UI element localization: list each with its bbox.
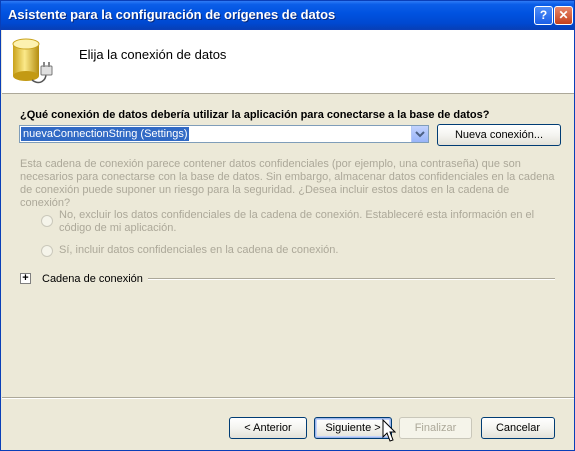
exclude-sensitive-radio[interactable] (41, 215, 53, 227)
previous-button[interactable]: < Anterior (229, 417, 307, 439)
footer-divider (2, 397, 574, 399)
title-bar[interactable]: Asistente para la configuración de oríge… (1, 1, 574, 30)
new-connection-button[interactable]: Nueva conexión... (437, 124, 561, 146)
window-title: Asistente para la configuración de oríge… (8, 7, 336, 22)
connection-select-value: nuevaConnectionString (Settings) (21, 127, 190, 141)
exclude-sensitive-label: No, excluir los datos confidenciales de … (59, 209, 535, 234)
cancel-button[interactable]: Cancelar (481, 417, 555, 439)
connection-select[interactable]: nuevaConnectionString (Settings) (19, 125, 429, 143)
mouse-pointer-icon (382, 419, 396, 442)
wizard-header: Elija la conexión de datos (2, 30, 574, 94)
finish-button[interactable]: Finalizar (399, 417, 472, 439)
include-sensitive-label: Sí, incluir datos confidenciales en la c… (59, 244, 339, 256)
database-plug-icon (12, 38, 53, 84)
connection-string-label: Cadena de conexión (42, 273, 143, 285)
page-title: Elija la conexión de datos (79, 47, 227, 62)
chevron-down-icon[interactable] (411, 126, 428, 142)
divider (148, 278, 555, 280)
help-button[interactable]: ? (534, 6, 553, 25)
connection-question-label: ¿Qué conexión de datos debería utilizar … (20, 109, 490, 121)
next-button[interactable]: Siguiente > (314, 417, 392, 439)
wizard-window: Asistente para la configuración de oríge… (0, 0, 575, 451)
close-button[interactable]: ✕ (554, 6, 573, 25)
expand-connection-string-button[interactable]: + (20, 273, 31, 284)
sensitive-data-info: Esta cadena de conexión parece contener … (20, 158, 555, 209)
include-sensitive-radio[interactable] (41, 245, 53, 257)
